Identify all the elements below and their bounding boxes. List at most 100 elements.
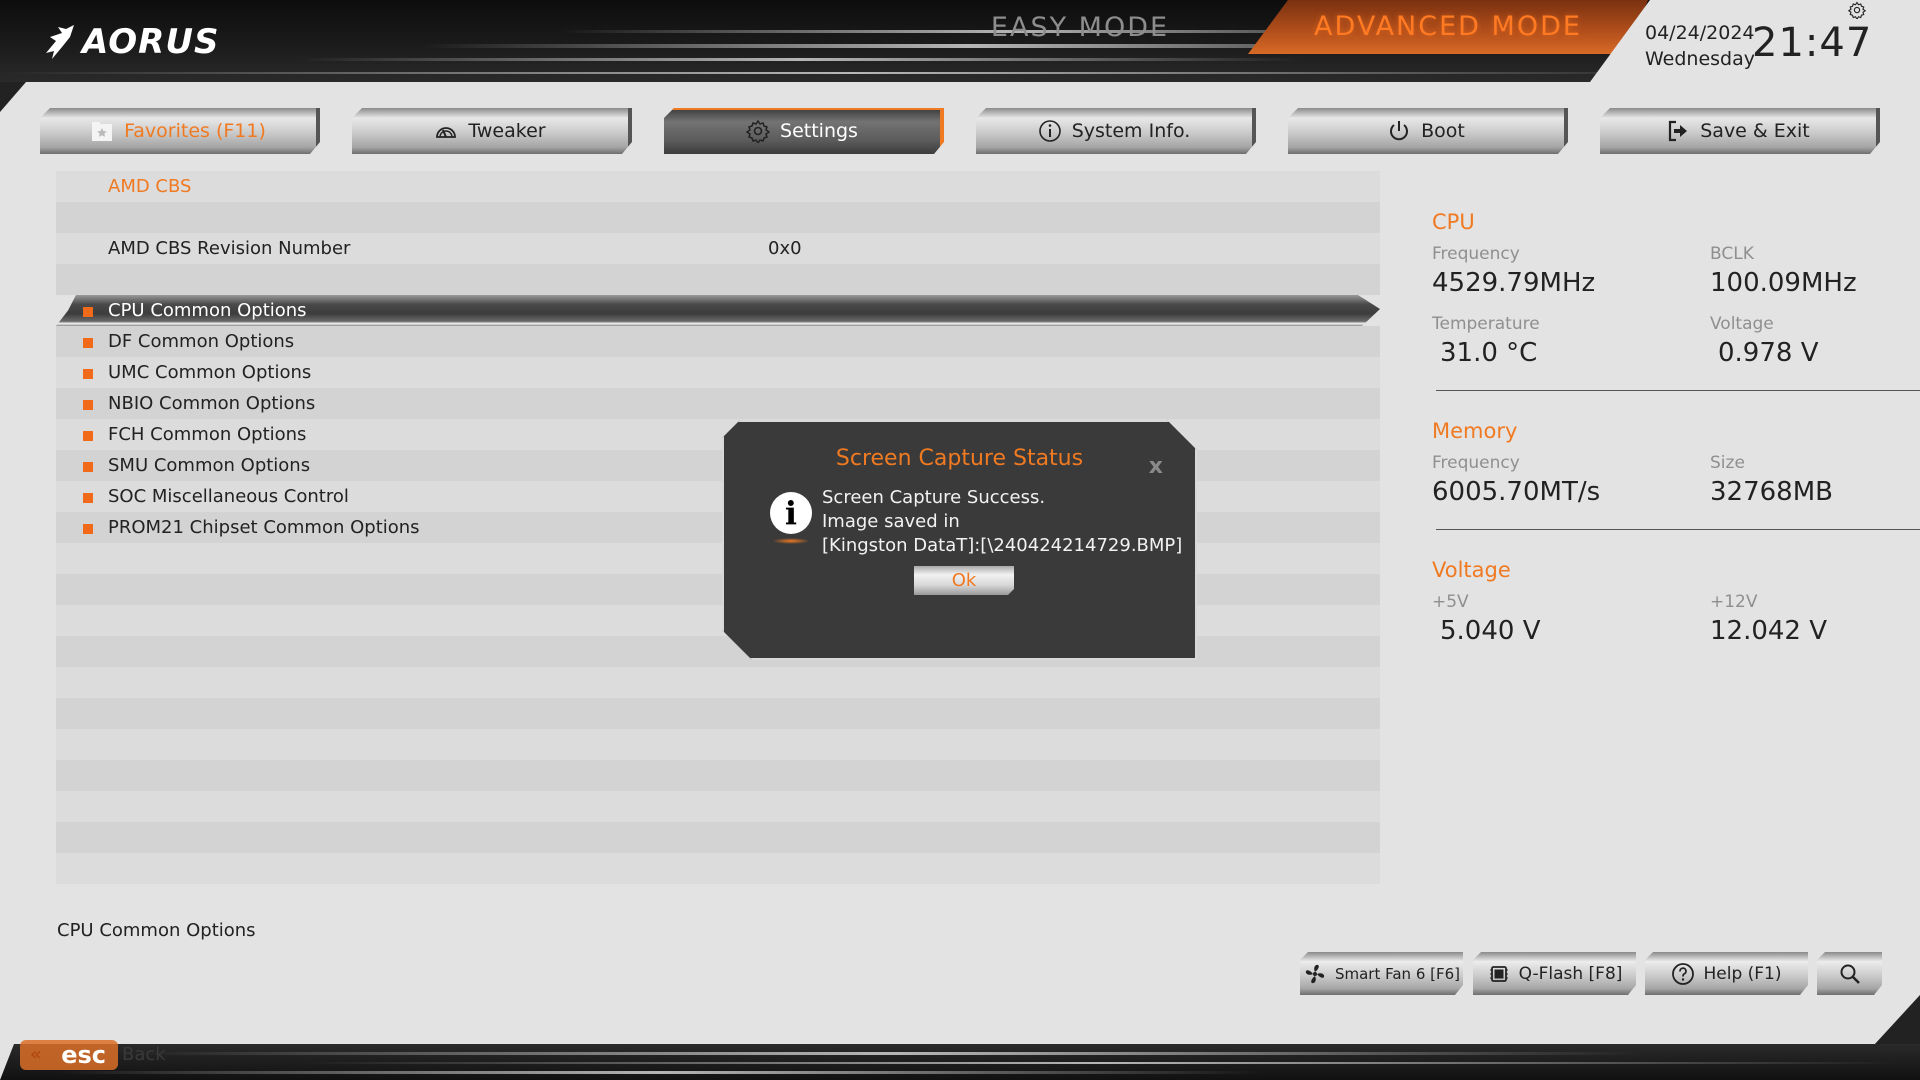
menu-item-umc-common-options[interactable]: UMC Common Options [56,357,1380,388]
dialog-message-line: Image saved in [822,511,960,532]
info-icon: i [770,492,812,534]
bottom-bar [0,1044,1920,1080]
memory-section-title: Memory [1432,419,1518,443]
tab-system-info-label: System Info. [1071,120,1191,142]
tab-tweaker[interactable]: Tweaker [352,108,632,154]
bullet-icon [83,369,93,379]
help-icon [1671,962,1695,986]
memory-frequency-label: Frequency [1432,453,1520,473]
smart-fan-label: Smart Fan 6 [F6] [1334,964,1461,983]
cpu-section-title: CPU [1432,210,1475,234]
memory-frequency-value: 6005.70MT/s [1432,477,1601,507]
bullet-icon [83,524,93,534]
menu-item-label: DF Common Options [108,331,295,352]
footer-streak [60,1071,1260,1074]
menu-item-label: SMU Common Options [108,455,311,476]
main-tabs: Favorites (F11) Tweaker Settings System … [0,108,1920,154]
bclk-value: 100.09MHz [1710,268,1857,298]
revision-value: 0x0 [768,238,802,259]
empty-row [56,729,1380,760]
empty-row [56,853,1380,884]
divider [1436,529,1920,530]
decor-corner [1874,995,1920,1045]
tab-save-exit[interactable]: Save & Exit [1600,108,1880,154]
empty-row [56,822,1380,853]
power-icon [1387,119,1411,143]
qflash-button[interactable]: Q-Flash [F8] [1473,952,1636,995]
qflash-label: Q-Flash [F8] [1518,963,1623,984]
double-chevron-left-icon: « [30,1044,42,1065]
header-streak [300,58,1300,61]
menu-item-nbio-common-options[interactable]: NBIO Common Options [56,388,1380,419]
tab-settings[interactable]: Settings [664,108,944,154]
dialog-title: Screen Capture Status [835,446,1084,471]
revision-row: AMD CBS Revision Number 0x0 [56,233,1380,264]
v5-value: 5.040 V [1440,616,1541,646]
tab-system-info[interactable]: System Info. [976,108,1256,154]
tab-boot-label: Boot [1421,120,1465,142]
bullet-icon [83,462,93,472]
empty-row [56,264,1380,295]
v12-label: +12V [1710,592,1758,612]
menu-item-label: PROM21 Chipset Common Options [108,517,420,538]
close-icon[interactable]: x [1149,454,1163,479]
aorus-logo: AORUS [44,22,219,62]
v5-label: +5V [1432,592,1469,612]
dialog-message-line: Screen Capture Success. [822,487,1046,508]
search-button[interactable] [1817,952,1882,995]
section-title-row: AMD CBS [56,171,1380,202]
bullet-icon [83,431,93,441]
gear-icon [746,119,770,143]
dialog-body: Screen Capture Status x i Screen Capture… [728,426,1191,654]
clock-time: 21:47 [1752,20,1873,66]
tab-favorites[interactable]: Favorites (F11) [40,108,320,154]
esc-button[interactable]: « esc [20,1040,118,1070]
speedometer-icon [434,119,458,143]
menu-item-df-common-options[interactable]: DF Common Options [56,326,1380,357]
settings-gear-icon[interactable] [1848,1,1866,19]
revision-label: AMD CBS Revision Number [108,238,351,259]
advanced-mode-button[interactable]: ADVANCED MODE [1248,0,1648,54]
easy-mode-button[interactable]: EASY MODE [945,8,1215,48]
top-header: AORUS EASY MODE ADVANCED MODE [0,0,1920,82]
date-display: 04/24/2024 Wednesday [1645,20,1755,72]
menu-item-label: UMC Common Options [108,362,312,383]
footer-streak [300,1062,1900,1064]
help-label: Help (F1) [1703,963,1782,984]
help-button[interactable]: Help (F1) [1645,952,1808,995]
item-help-text: CPU Common Options [57,920,256,941]
bullet-icon [83,338,93,348]
icon-glow [772,538,810,544]
empty-row [56,791,1380,822]
cpu-frequency-label: Frequency [1432,244,1520,264]
smart-fan-button[interactable]: Smart Fan 6 [F6] [1300,952,1463,995]
menu-item-label: NBIO Common Options [108,393,316,414]
bclk-label: BCLK [1710,244,1754,264]
search-icon [1838,962,1862,986]
chip-icon [1487,962,1511,986]
menu-item-cpu-common-options[interactable]: CPU Common Options [56,295,1380,326]
bullet-icon [83,493,93,503]
divider [1436,390,1920,391]
empty-row [56,760,1380,791]
dialog-message: Screen Capture Success. Image saved in [… [822,486,1182,558]
fan-icon [1303,962,1327,986]
cpu-frequency-value: 4529.79MHz [1432,268,1596,298]
exit-icon [1666,119,1690,143]
memory-size-value: 32768MB [1710,477,1833,507]
memory-size-label: Size [1710,453,1745,473]
tab-boot[interactable]: Boot [1288,108,1568,154]
ok-button[interactable]: Ok [914,566,1014,595]
header-streak [0,72,1700,74]
empty-row [56,667,1380,698]
menu-item-label: CPU Common Options [108,300,307,321]
voltage-section-title: Voltage [1432,558,1511,582]
cpu-temperature-label: Temperature [1432,314,1540,334]
tab-settings-label: Settings [780,120,858,142]
tab-tweaker-label: Tweaker [468,120,546,142]
bullet-icon [83,400,93,410]
tab-favorites-label: Favorites (F11) [124,120,266,142]
menu-item-label: SOC Miscellaneous Control [108,486,349,507]
hardware-monitor-panel: CPU Frequency BCLK 4529.79MHz 100.09MHz … [1432,210,1920,658]
esc-label: esc [61,1041,106,1069]
